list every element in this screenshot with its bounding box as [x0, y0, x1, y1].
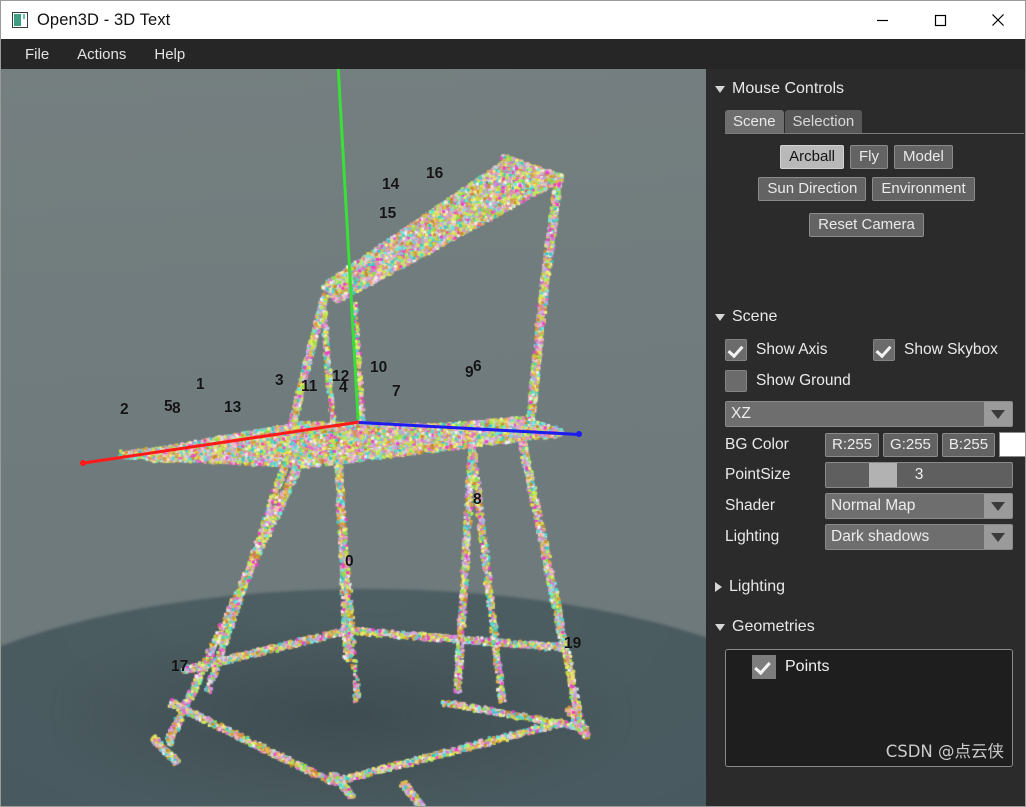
scene-title: Scene — [732, 308, 778, 325]
chevron-down-icon[interactable] — [984, 525, 1012, 549]
model-button[interactable]: Model — [894, 145, 953, 169]
arcball-button[interactable]: Arcball — [780, 145, 844, 169]
point-size-label: PointSize — [725, 466, 791, 483]
show-axis-group[interactable]: Show Axis — [725, 339, 873, 361]
show-axis-label: Show Axis — [756, 341, 828, 358]
chevron-down-icon — [715, 313, 725, 321]
points-label: Points — [785, 658, 830, 675]
list-item[interactable]: Points — [726, 650, 1012, 679]
point-label-2: 2 — [120, 401, 129, 418]
scene-toggles-row-1: Show Axis Show Skybox — [725, 339, 1013, 361]
point-label-14: 14 — [382, 176, 400, 193]
points-visibility-checkbox[interactable] — [752, 655, 776, 679]
chevron-down-icon — [715, 623, 725, 631]
maximize-icon[interactable] — [911, 1, 969, 39]
tab-scene[interactable]: Scene — [725, 110, 784, 134]
point-cloud — [1, 69, 706, 806]
bg-color-label: BG Color — [725, 435, 789, 453]
menu-actions[interactable]: Actions — [65, 44, 138, 65]
point-label-19: 19 — [564, 635, 582, 652]
lighting-profile-value: Dark shadows — [831, 528, 930, 545]
lighting-title: Lighting — [729, 578, 786, 595]
window-controls — [853, 1, 1025, 39]
ground-plane-dropdown[interactable]: XZ — [725, 401, 1013, 427]
point-label-15: 15 — [379, 205, 397, 222]
watermark: CSDN @点云侠 — [885, 742, 1004, 761]
reset-camera-row: Reset Camera — [706, 213, 1025, 237]
fly-button[interactable]: Fly — [850, 145, 888, 169]
point-size-slider-thumb[interactable] — [868, 463, 897, 487]
show-ground-group[interactable]: Show Ground — [725, 370, 1013, 392]
reset-camera-button[interactable]: Reset Camera — [809, 213, 924, 237]
chevron-down-icon[interactable] — [984, 494, 1012, 518]
menu-file[interactable]: File — [13, 44, 61, 65]
point-label-1: 1 — [196, 376, 205, 393]
point-label-8: 8 — [473, 491, 482, 508]
camera-mode-buttons: Arcball Fly Model — [706, 145, 1025, 169]
geometries-list[interactable]: Points CSDN @点云侠 — [725, 649, 1013, 767]
chevron-down-icon — [715, 85, 725, 93]
settings-panel: Mouse Controls Scene Selection Arcball F… — [706, 69, 1025, 806]
show-axis-checkbox[interactable] — [725, 339, 747, 361]
shader-value: Normal Map — [831, 497, 916, 514]
open3d-window: Open3D - 3D Text File Actions Help 16 14 1… — [0, 0, 1026, 807]
shader-label: Shader — [725, 497, 775, 514]
point-label-10: 10 — [370, 359, 388, 376]
tab-selection[interactable]: Selection — [784, 110, 863, 134]
lighting-header[interactable]: Lighting — [706, 574, 1025, 600]
point-label-17: 17 — [171, 658, 189, 675]
chevron-down-icon[interactable] — [984, 402, 1012, 426]
3d-viewport[interactable]: 16 14 15 3 11 12 4 10 7 9 6 1 2 5 8 13 8 0 19 17 — [1, 69, 706, 806]
point-label-16: 16 — [426, 165, 444, 182]
open3d-app-icon — [12, 12, 28, 28]
bg-color-b-field[interactable]: B:255 — [941, 432, 996, 457]
sun-direction-button[interactable]: Sun Direction — [758, 177, 867, 201]
window-title: Open3D - 3D Text — [37, 10, 171, 29]
shader-row: Shader Normal Map — [725, 493, 1013, 519]
point-label-3: 3 — [275, 372, 284, 389]
point-label-7: 7 — [392, 383, 401, 400]
tabs-underline — [725, 133, 1024, 134]
ground-plane-value: XZ — [731, 405, 751, 422]
bg-color-swatch[interactable] — [999, 432, 1025, 457]
title-bar: Open3D - 3D Text — [1, 1, 1025, 39]
point-size-value: 3 — [914, 466, 924, 483]
menu-bar: File Actions Help — [1, 39, 1025, 69]
point-label-8: 8 — [172, 400, 181, 417]
point-label-4: 4 — [339, 379, 348, 396]
bg-color-r-field[interactable]: R:255 — [825, 432, 880, 457]
show-ground-label: Show Ground — [756, 372, 851, 389]
point-label-6: 6 — [473, 358, 482, 375]
lighting-profile-label: Lighting — [725, 528, 780, 545]
geometries-header[interactable]: Geometries — [706, 614, 1025, 640]
lighting-profile-dropdown[interactable]: Dark shadows — [825, 524, 1013, 550]
scene-header[interactable]: Scene — [706, 304, 1025, 330]
point-label-13: 13 — [224, 399, 242, 416]
light-mode-buttons: Sun Direction Environment — [706, 177, 1025, 201]
menu-help[interactable]: Help — [142, 44, 197, 65]
close-icon[interactable] — [969, 1, 1025, 39]
minimize-icon[interactable] — [853, 1, 911, 39]
lighting-profile-row: Lighting Dark shadows — [725, 524, 1013, 550]
chevron-right-icon — [715, 582, 722, 592]
point-label-0: 0 — [345, 553, 354, 570]
bg-color-row: BG Color R:255 G:255 B:255 — [725, 432, 1025, 457]
mouse-controls-header[interactable]: Mouse Controls — [706, 76, 1025, 102]
geometries-title: Geometries — [732, 618, 815, 635]
bg-color-g-field[interactable]: G:255 — [883, 432, 938, 457]
show-skybox-group[interactable]: Show Skybox — [873, 339, 998, 361]
point-size-row: PointSize 3 — [725, 462, 1013, 488]
point-size-slider[interactable]: 3 — [825, 462, 1013, 488]
show-skybox-checkbox[interactable] — [873, 339, 895, 361]
show-ground-checkbox[interactable] — [725, 370, 747, 392]
shader-dropdown[interactable]: Normal Map — [825, 493, 1013, 519]
mouse-controls-title: Mouse Controls — [732, 80, 845, 97]
point-label-11: 11 — [301, 378, 318, 395]
environment-button[interactable]: Environment — [872, 177, 975, 201]
mouse-controls-tabs: Scene Selection — [725, 110, 1025, 134]
show-skybox-label: Show Skybox — [904, 341, 998, 358]
